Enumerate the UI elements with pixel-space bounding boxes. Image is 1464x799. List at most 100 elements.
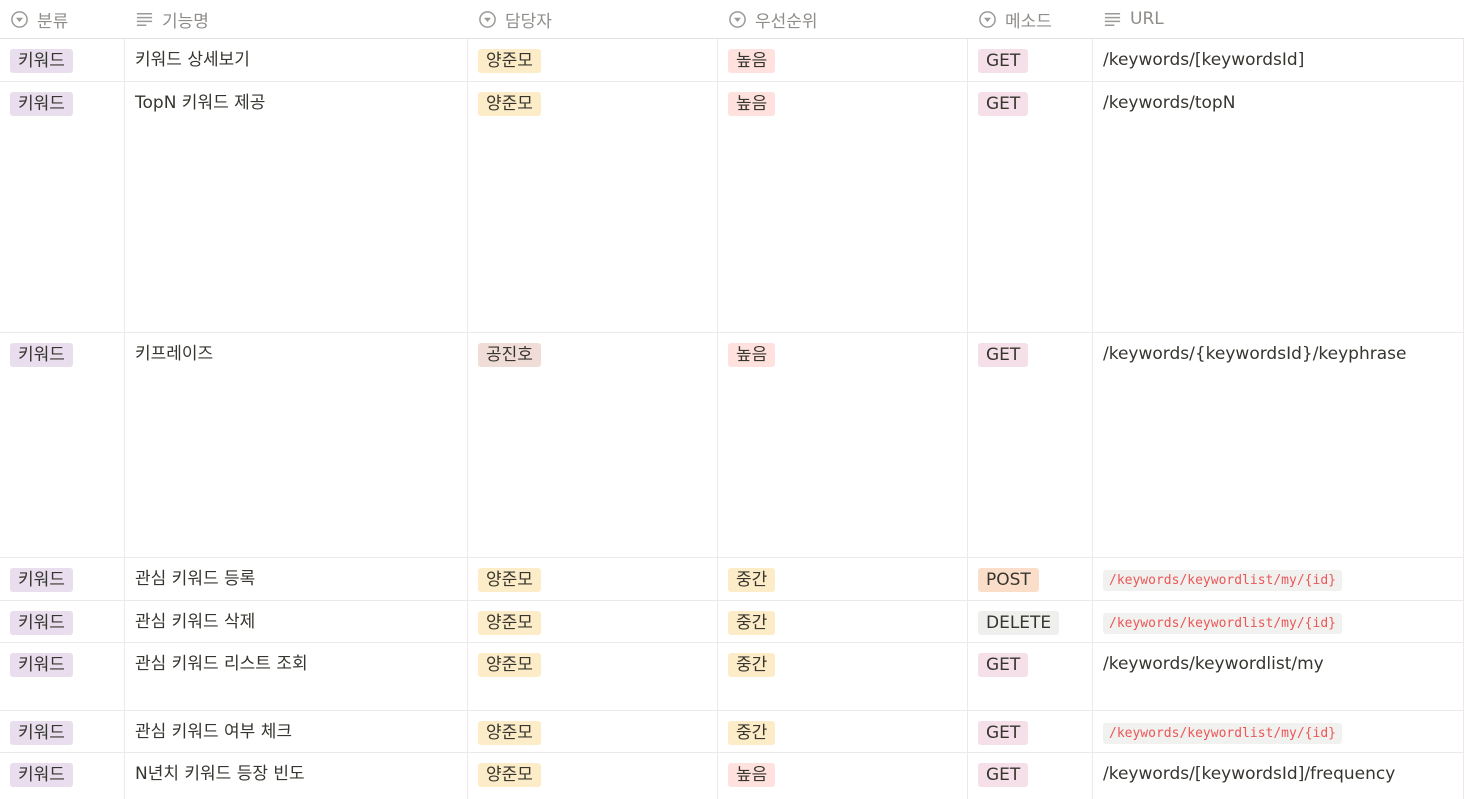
priority-cell[interactable]: 중간 bbox=[718, 558, 968, 600]
owner-cell[interactable]: 양준모 bbox=[468, 643, 718, 710]
category-cell[interactable]: 키워드 bbox=[0, 39, 125, 81]
category-cell[interactable]: 키워드 bbox=[0, 333, 125, 557]
priority-tag: 높음 bbox=[728, 92, 776, 116]
method-cell[interactable]: GET bbox=[968, 39, 1093, 81]
url-cell[interactable]: /keywords/keywordlist/my bbox=[1093, 643, 1464, 710]
category-tag: 키워드 bbox=[10, 611, 73, 635]
category-cell[interactable]: 키워드 bbox=[0, 558, 125, 600]
owner-tag: 양준모 bbox=[478, 92, 541, 116]
select-property-icon bbox=[729, 10, 746, 28]
header-url[interactable]: URL bbox=[1093, 0, 1164, 38]
owner-cell[interactable]: 양준모 bbox=[468, 39, 718, 81]
table-row[interactable]: 키워드 관심 키워드 삭제 양준모 중간 DELETE /keywords/ke… bbox=[0, 601, 1464, 643]
owner-tag: 양준모 bbox=[478, 568, 541, 592]
method-cell[interactable]: POST bbox=[968, 558, 1093, 600]
url-cell[interactable]: /keywords/keywordlist/my/{id} bbox=[1093, 558, 1464, 600]
category-cell[interactable]: 키워드 bbox=[0, 601, 125, 642]
method-tag: GET bbox=[978, 653, 1029, 677]
method-cell[interactable]: GET bbox=[968, 82, 1093, 332]
priority-tag: 중간 bbox=[728, 721, 776, 745]
owner-cell[interactable]: 양준모 bbox=[468, 558, 718, 600]
feature-name: N년치 키워드 등장 빈도 bbox=[135, 764, 305, 784]
owner-cell[interactable]: 양준모 bbox=[468, 601, 718, 642]
category-cell[interactable]: 키워드 bbox=[0, 643, 125, 710]
url-cell[interactable]: /keywords/[keywordsId] bbox=[1093, 39, 1464, 81]
url-cell[interactable]: /keywords/[keywordsId]/frequency bbox=[1093, 753, 1464, 799]
priority-cell[interactable]: 중간 bbox=[718, 643, 968, 710]
header-owner-label: 담당자 bbox=[505, 11, 552, 32]
priority-tag: 높음 bbox=[728, 763, 776, 787]
priority-tag: 높음 bbox=[728, 343, 776, 367]
table-header: 분류 기능명 담당자 우선순위 메소드 URL bbox=[0, 0, 1464, 39]
priority-cell[interactable]: 높음 bbox=[718, 39, 968, 81]
priority-cell[interactable]: 중간 bbox=[718, 711, 968, 752]
priority-tag: 높음 bbox=[728, 49, 776, 73]
header-method[interactable]: 메소드 bbox=[968, 0, 1052, 38]
method-cell[interactable]: GET bbox=[968, 333, 1093, 557]
text-property-icon bbox=[136, 12, 153, 26]
table-row[interactable]: 키워드 키프레이즈 공진호 높음 GET /keywords/{keywords… bbox=[0, 333, 1464, 558]
url-text: /keywords/keywordlist/my bbox=[1103, 654, 1324, 674]
url-cell[interactable]: /keywords/topN bbox=[1093, 82, 1464, 332]
priority-cell[interactable]: 높음 bbox=[718, 753, 968, 799]
header-category[interactable]: 분류 bbox=[0, 0, 68, 38]
table-row[interactable]: 키워드 키워드 상세보기 양준모 높음 GET /keywords/[keywo… bbox=[0, 39, 1464, 82]
owner-tag: 양준모 bbox=[478, 763, 541, 787]
feature-name: 관심 키워드 리스트 조회 bbox=[135, 654, 308, 674]
category-cell[interactable]: 키워드 bbox=[0, 82, 125, 332]
url-text: /keywords/topN bbox=[1103, 93, 1236, 113]
feature-cell[interactable]: 관심 키워드 삭제 bbox=[125, 601, 468, 642]
table-row[interactable]: 키워드 관심 키워드 리스트 조회 양준모 중간 GET /keywords/k… bbox=[0, 643, 1464, 711]
table-row[interactable]: 키워드 관심 키워드 여부 체크 양준모 중간 GET /keywords/ke… bbox=[0, 711, 1464, 753]
url-cell[interactable]: /keywords/{keywordsId}/keyphrase bbox=[1093, 333, 1464, 557]
owner-tag: 양준모 bbox=[478, 721, 541, 745]
feature-name: 관심 키워드 여부 체크 bbox=[135, 722, 292, 742]
url-code: /keywords/keywordlist/my/{id} bbox=[1103, 613, 1342, 634]
owner-tag: 양준모 bbox=[478, 653, 541, 677]
table-row[interactable]: 키워드 관심 키워드 등록 양준모 중간 POST /keywords/keyw… bbox=[0, 558, 1464, 601]
feature-cell[interactable]: 키프레이즈 bbox=[125, 333, 468, 557]
category-tag: 키워드 bbox=[10, 568, 73, 592]
category-cell[interactable]: 키워드 bbox=[0, 711, 125, 752]
method-tag: POST bbox=[978, 568, 1039, 592]
method-cell[interactable]: GET bbox=[968, 753, 1093, 799]
feature-cell[interactable]: 관심 키워드 리스트 조회 bbox=[125, 643, 468, 710]
category-tag: 키워드 bbox=[10, 92, 73, 116]
priority-cell[interactable]: 높음 bbox=[718, 82, 968, 332]
priority-cell[interactable]: 높음 bbox=[718, 333, 968, 557]
feature-cell[interactable]: 관심 키워드 여부 체크 bbox=[125, 711, 468, 752]
header-owner[interactable]: 담당자 bbox=[468, 0, 552, 38]
header-priority[interactable]: 우선순위 bbox=[718, 0, 818, 38]
feature-cell[interactable]: N년치 키워드 등장 빈도 bbox=[125, 753, 468, 799]
feature-cell[interactable]: 키워드 상세보기 bbox=[125, 39, 468, 81]
owner-cell[interactable]: 공진호 bbox=[468, 333, 718, 557]
priority-cell[interactable]: 중간 bbox=[718, 601, 968, 642]
category-tag: 키워드 bbox=[10, 49, 73, 73]
feature-cell[interactable]: TopN 키워드 제공 bbox=[125, 82, 468, 332]
owner-tag: 공진호 bbox=[478, 343, 541, 367]
table-row[interactable]: 키워드 N년치 키워드 등장 빈도 양준모 높음 GET /keywords/[… bbox=[0, 753, 1464, 799]
url-cell[interactable]: /keywords/keywordlist/my/{id} bbox=[1093, 711, 1464, 752]
header-feature[interactable]: 기능명 bbox=[125, 0, 209, 38]
url-text: /keywords/{keywordsId}/keyphrase bbox=[1103, 344, 1407, 364]
method-tag: GET bbox=[978, 49, 1029, 73]
table-row[interactable]: 키워드 TopN 키워드 제공 양준모 높음 GET /keywords/top… bbox=[0, 82, 1464, 333]
owner-tag: 양준모 bbox=[478, 49, 541, 73]
url-code: /keywords/keywordlist/my/{id} bbox=[1103, 570, 1342, 591]
method-cell[interactable]: GET bbox=[968, 643, 1093, 710]
feature-name: 키워드 상세보기 bbox=[135, 50, 250, 70]
feature-cell[interactable]: 관심 키워드 등록 bbox=[125, 558, 468, 600]
method-cell[interactable]: DELETE bbox=[968, 601, 1093, 642]
method-cell[interactable]: GET bbox=[968, 711, 1093, 752]
category-cell[interactable]: 키워드 bbox=[0, 753, 125, 799]
owner-cell[interactable]: 양준모 bbox=[468, 711, 718, 752]
select-property-icon bbox=[11, 10, 28, 28]
header-method-label: 메소드 bbox=[1005, 11, 1052, 32]
owner-cell[interactable]: 양준모 bbox=[468, 82, 718, 332]
text-property-icon bbox=[1104, 12, 1121, 26]
url-cell[interactable]: /keywords/keywordlist/my/{id} bbox=[1093, 601, 1464, 642]
url-text: /keywords/[keywordsId] bbox=[1103, 50, 1305, 70]
category-tag: 키워드 bbox=[10, 763, 73, 787]
url-code: /keywords/keywordlist/my/{id} bbox=[1103, 723, 1342, 744]
owner-cell[interactable]: 양준모 bbox=[468, 753, 718, 799]
